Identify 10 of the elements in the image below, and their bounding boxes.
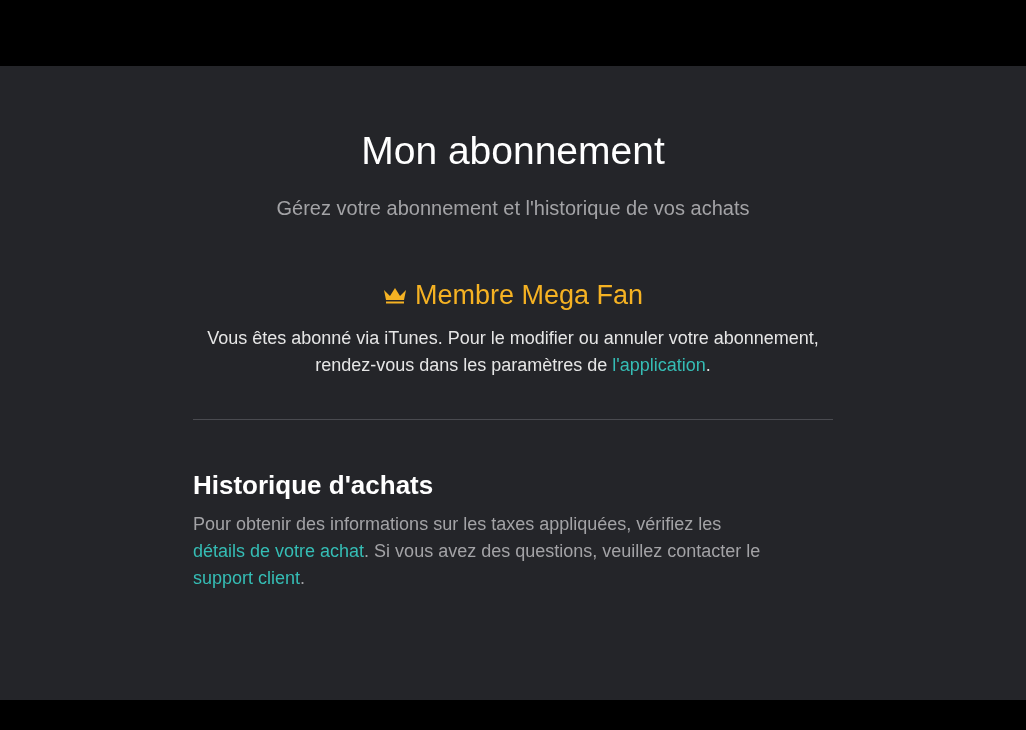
- link[interactable]: l'application: [612, 355, 706, 376]
- paragraph: Vous êtes abonné via iTunes. Pour le modifier ou annuler votre abonnement, rendez-vous dans les paramètres de l'application.: [206, 327, 820, 378]
- page-subtitle: Gérez votre abonnement et l'historique de vos achats: [275, 195, 751, 221]
- section-title: Historique d'achats: [193, 470, 435, 502]
- page-title: Mon abonnement: [360, 128, 666, 174]
- crown-icon: [382, 286, 407, 305]
- membership-title: Membre Mega Fan: [414, 278, 644, 312]
- link[interactable]: détails de votre achat: [193, 541, 365, 562]
- paragraph: Pour obtenir des informations sur les taxes appliquées, vérifiez les détails de votre achat. Si vous avez des questions, veuillez contacter le support client.: [193, 513, 762, 591]
- link[interactable]: support client: [193, 568, 301, 589]
